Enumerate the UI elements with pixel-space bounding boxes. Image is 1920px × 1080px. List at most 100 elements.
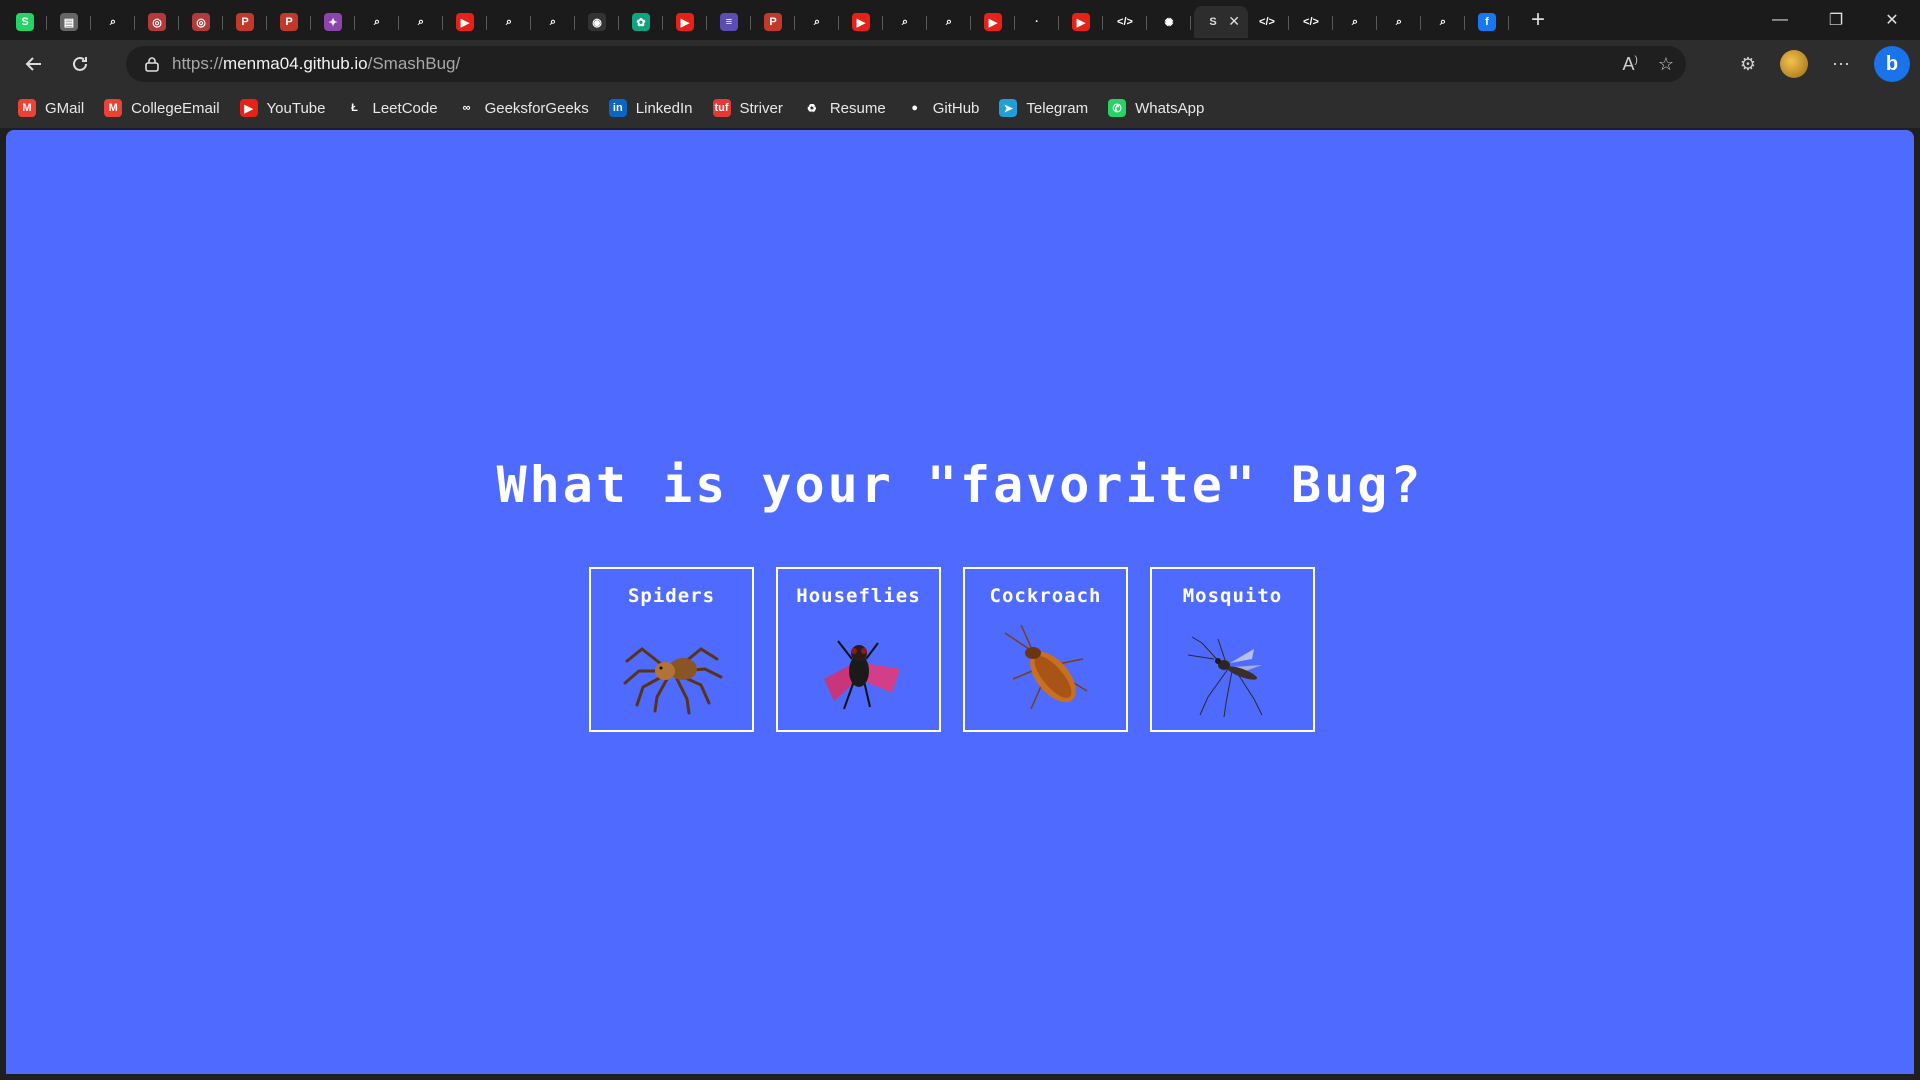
favorite-star-icon[interactable]: ☆ bbox=[1658, 54, 1674, 75]
bookmark-label: WhatsApp bbox=[1135, 99, 1205, 117]
browser-tab[interactable]: ⌕ bbox=[886, 6, 930, 38]
whatsapp-icon: S bbox=[16, 13, 34, 31]
browser-tab[interactable]: ▶ bbox=[1062, 6, 1106, 38]
linkedin-icon: in bbox=[608, 99, 627, 117]
bookmark-label: GeeksforGeeks bbox=[484, 99, 589, 117]
browser-tab[interactable]: ✿ bbox=[622, 6, 666, 38]
browser-tab[interactable]: ✦ bbox=[314, 6, 358, 38]
bookmark-item[interactable]: Ł LeetCode bbox=[345, 99, 438, 117]
youtube-icon: ▶ bbox=[984, 13, 1002, 31]
new-tab-button[interactable]: + bbox=[1518, 4, 1558, 36]
browser-tab[interactable]: ⌕ bbox=[1336, 6, 1380, 38]
browser-tab[interactable]: ⌕ bbox=[798, 6, 842, 38]
housefly-icon bbox=[823, 640, 900, 710]
lock-icon[interactable] bbox=[132, 56, 172, 72]
minimize-button[interactable]: — bbox=[1752, 0, 1808, 40]
browser-tab[interactable]: P bbox=[226, 6, 270, 38]
close-tab-icon[interactable]: ✕ bbox=[1228, 13, 1240, 30]
profile-avatar[interactable] bbox=[1780, 50, 1808, 78]
bookmark-item[interactable]: ∞ GeeksforGeeks bbox=[457, 99, 589, 117]
browser-tab[interactable]: </> bbox=[1106, 6, 1150, 38]
browser-tab[interactable]: ⌕ bbox=[1380, 6, 1424, 38]
window-controls: — ❐ ✕ bbox=[1752, 0, 1920, 40]
url-host: menma04.github.io bbox=[223, 54, 368, 73]
pdf-icon: P bbox=[764, 13, 782, 31]
bookmark-item[interactable]: tuf Striver bbox=[712, 99, 783, 117]
bug-card-spiders[interactable]: Spiders bbox=[589, 567, 754, 732]
code-icon: </> bbox=[1116, 13, 1134, 31]
browser-tab[interactable]: · bbox=[1018, 6, 1062, 38]
extensions-icon[interactable]: ⚙ bbox=[1740, 54, 1756, 75]
bing-copilot-icon[interactable]: b bbox=[1874, 46, 1910, 82]
bookmark-item[interactable]: in LinkedIn bbox=[608, 99, 693, 117]
browser-tab[interactable]: ◉ bbox=[578, 6, 622, 38]
browser-tab[interactable]: ≡ bbox=[710, 6, 754, 38]
url-text[interactable]: https://menma04.github.io/SmashBug/ bbox=[172, 54, 460, 74]
url-prefix: https:// bbox=[172, 54, 224, 73]
youtube-icon: ▶ bbox=[1072, 13, 1090, 31]
page-viewport: What is your "favorite" Bug? Spiders Hou… bbox=[6, 130, 1914, 1074]
code-icon: </> bbox=[1258, 13, 1276, 31]
restore-button[interactable]: ❐ bbox=[1808, 0, 1864, 40]
leetcode-icon: Ł bbox=[345, 99, 364, 117]
gmail-icon: M bbox=[104, 99, 123, 117]
spiral-icon: ◉ bbox=[588, 13, 606, 31]
browser-tab[interactable]: P bbox=[754, 6, 798, 38]
browser-tab[interactable]: </> bbox=[1292, 6, 1336, 38]
browser-tab[interactable]: ⌕ bbox=[402, 6, 446, 38]
bug-card-mosquito[interactable]: Mosquito bbox=[1150, 567, 1315, 732]
bookmark-item[interactable]: M CollegeEmail bbox=[104, 99, 220, 117]
browser-tab[interactable]: ▶ bbox=[842, 6, 886, 38]
search-icon: ⌕ bbox=[808, 13, 826, 31]
browser-tab-active[interactable]: S ✕ bbox=[1194, 6, 1248, 38]
pdf-icon: P bbox=[236, 13, 254, 31]
bookmark-item[interactable]: M GMail bbox=[18, 99, 84, 117]
facebook-icon: f bbox=[1478, 13, 1496, 31]
search-icon: ⌕ bbox=[896, 13, 914, 31]
browser-tab[interactable]: ▤ bbox=[50, 6, 94, 38]
bookmark-label: GMail bbox=[45, 99, 85, 117]
browser-tab[interactable]: ⌕ bbox=[94, 6, 138, 38]
bookmark-item[interactable]: ● GitHub bbox=[905, 99, 980, 117]
bug-card-houseflies[interactable]: Houseflies bbox=[776, 567, 941, 732]
bookmark-item[interactable]: ♻ Resume bbox=[802, 99, 886, 117]
close-window-button[interactable]: ✕ bbox=[1864, 0, 1920, 40]
tab-strip: S ▤ ⌕ ◎ ◎ P P ✦ ⌕ ⌕ ▶ ⌕ ⌕ ◉ ✿ ▶ ≡ P ⌕ ▶ ⌕ ⌕ ▶ · ▶ </> ✺ S ✕ </> </> ⌕ ⌕ ⌕… bbox=[0, 0, 1920, 40]
browser-tab[interactable]: f bbox=[1468, 6, 1512, 38]
list-icon: ≡ bbox=[720, 13, 738, 31]
browser-tab[interactable]: </> bbox=[1248, 6, 1292, 38]
resume-icon: ♻ bbox=[802, 99, 821, 117]
bookmark-label: LeetCode bbox=[372, 99, 438, 117]
browser-tab[interactable]: ▶ bbox=[666, 6, 710, 38]
reload-icon bbox=[73, 56, 87, 71]
bug-card-cockroach[interactable]: Cockroach bbox=[963, 567, 1128, 732]
browser-tab[interactable]: ⌕ bbox=[930, 6, 974, 38]
gmail-icon: M bbox=[18, 99, 36, 117]
browser-tab[interactable]: ⌕ bbox=[1424, 6, 1468, 38]
back-button[interactable] bbox=[14, 44, 54, 84]
toolbar-right: ⚙ ⋯ b bbox=[1740, 44, 1910, 84]
browser-tab[interactable]: ⌕ bbox=[534, 6, 578, 38]
more-options-icon[interactable]: ⋯ bbox=[1832, 54, 1850, 75]
bookmark-item[interactable]: ➤ Telegram bbox=[999, 99, 1088, 117]
address-bar[interactable]: https://menma04.github.io/SmashBug/ A) ☆ bbox=[126, 46, 1686, 82]
bookmark-item[interactable]: ✆ WhatsApp bbox=[1108, 99, 1204, 117]
browser-tab[interactable]: P bbox=[270, 6, 314, 38]
browser-tab[interactable]: ▶ bbox=[446, 6, 490, 38]
search-icon: ⌕ bbox=[1346, 13, 1364, 31]
search-icon: ⌕ bbox=[500, 13, 518, 31]
browser-tab[interactable]: S bbox=[6, 6, 50, 38]
browser-tab[interactable]: ✺ bbox=[1150, 6, 1194, 38]
bookmark-label: LinkedIn bbox=[635, 99, 693, 117]
browser-tab[interactable]: ⌕ bbox=[358, 6, 402, 38]
browser-tab[interactable]: ◎ bbox=[138, 6, 182, 38]
browser-tab[interactable]: ⌕ bbox=[490, 6, 534, 38]
browser-tab[interactable]: ◎ bbox=[182, 6, 226, 38]
pdf-icon: P bbox=[280, 13, 298, 31]
read-aloud-icon[interactable]: A) bbox=[1623, 54, 1638, 75]
browser-tab[interactable]: ▶ bbox=[974, 6, 1018, 38]
bookmark-item[interactable]: ▶ YouTube bbox=[239, 99, 326, 117]
reload-button[interactable] bbox=[60, 44, 100, 84]
chatgpt-icon: ✿ bbox=[632, 13, 650, 31]
bookmark-label: GitHub bbox=[932, 99, 980, 117]
